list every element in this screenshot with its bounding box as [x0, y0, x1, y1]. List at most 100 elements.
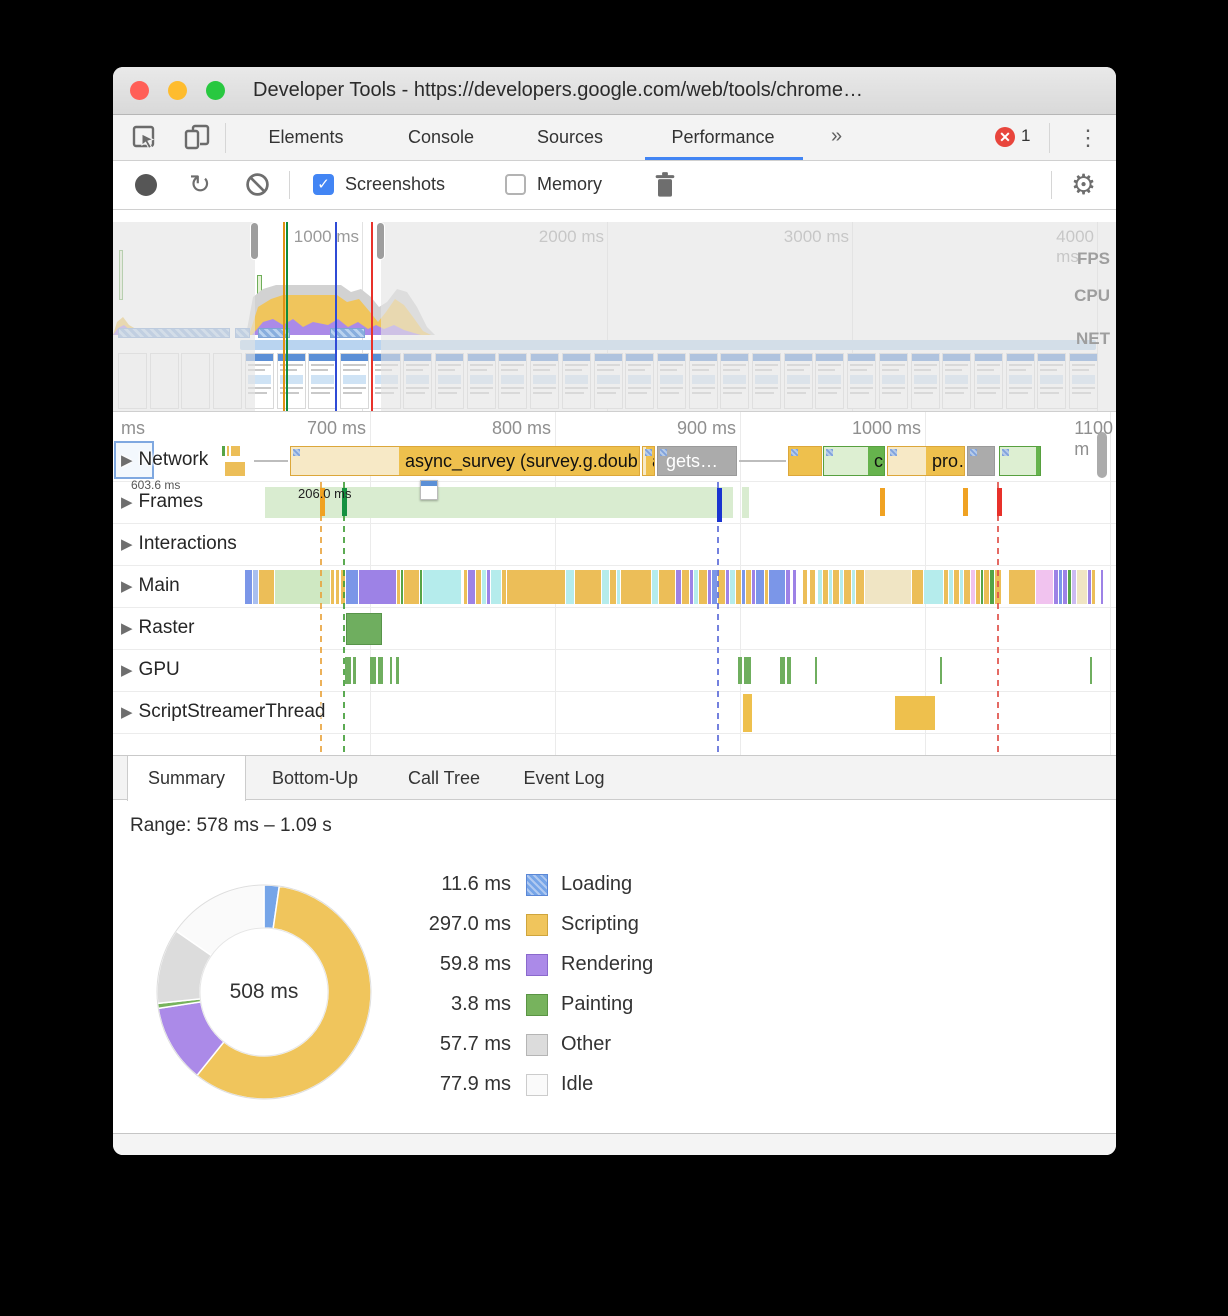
main-flame-segment[interactable]	[617, 570, 620, 604]
main-flame-segment[interactable]	[1077, 570, 1087, 604]
expand-track-icon[interactable]: ▶	[121, 452, 133, 469]
timeline-tracks[interactable]: ms700 ms800 ms900 ms1000 ms1100 m▶Networ…	[113, 412, 1116, 755]
network-request-bar[interactable]: co…	[823, 446, 885, 476]
main-flame-segment[interactable]	[621, 570, 651, 604]
expand-track-icon[interactable]: ▶	[121, 662, 133, 679]
main-flame-segment[interactable]	[746, 570, 751, 604]
frame-bar-small[interactable]	[742, 487, 749, 518]
main-flame-segment[interactable]	[331, 570, 334, 604]
filmstrip-thumbnail[interactable]	[277, 353, 306, 409]
tab-call-tree[interactable]: Call Tree	[397, 756, 491, 800]
clear-recording-icon[interactable]	[245, 172, 270, 197]
track-label-gpu[interactable]: ▶GPU	[121, 659, 180, 681]
gpu-task-bar[interactable]	[787, 657, 791, 684]
main-flame-segment[interactable]	[245, 570, 252, 604]
main-flame-segment[interactable]	[960, 570, 963, 604]
main-flame-segment[interactable]	[803, 570, 807, 604]
tab-elements[interactable]: Elements	[241, 115, 371, 160]
main-flame-segment[interactable]	[964, 570, 970, 604]
memory-label[interactable]: Memory	[537, 174, 602, 195]
main-flame-segment[interactable]	[404, 570, 419, 604]
trash-icon[interactable]	[653, 171, 677, 199]
script-streamer-bar[interactable]	[895, 696, 935, 730]
tab-sources[interactable]: Sources	[511, 115, 629, 160]
record-button[interactable]	[135, 174, 157, 196]
track-row-gpu[interactable]: ▶GPU	[113, 650, 1116, 692]
main-flame-segment[interactable]	[259, 570, 274, 604]
main-flame-segment[interactable]	[1063, 570, 1067, 604]
main-flame-segment[interactable]	[981, 570, 983, 604]
inspect-element-icon[interactable]	[131, 124, 159, 152]
main-flame-segment[interactable]	[253, 570, 258, 604]
main-flame-segment[interactable]	[1009, 570, 1035, 604]
main-flame-segment[interactable]	[765, 570, 768, 604]
main-flame-segment[interactable]	[726, 570, 729, 604]
kebab-menu-icon[interactable]: ⋮	[1077, 125, 1099, 151]
main-flame-segment[interactable]	[566, 570, 574, 604]
main-flame-segment[interactable]	[1059, 570, 1062, 604]
track-label-scriptstreamerthread[interactable]: ▶ScriptStreamerThread	[121, 701, 325, 723]
error-badge-icon[interactable]: ✕	[995, 127, 1015, 147]
main-flame-segment[interactable]	[602, 570, 609, 604]
gpu-task-bar[interactable]	[815, 657, 817, 684]
main-flame-segment[interactable]	[818, 570, 822, 604]
main-flame-segment[interactable]	[420, 570, 422, 604]
track-label-raster[interactable]: ▶Raster	[121, 617, 195, 639]
main-flame-segment[interactable]	[984, 570, 989, 604]
gpu-task-bar[interactable]	[744, 657, 751, 684]
gpu-task-bar[interactable]	[370, 657, 376, 684]
main-flame-segment[interactable]	[944, 570, 948, 604]
network-request-bar[interactable]	[788, 446, 822, 476]
expand-track-icon[interactable]: ▶	[121, 494, 133, 511]
main-flame-segment[interactable]	[708, 570, 711, 604]
timeline-overview[interactable]: 1000 ms2000 ms3000 ms4000 msFPSCPUNET	[113, 222, 1116, 412]
main-flame-segment[interactable]	[718, 570, 725, 604]
main-flame-segment[interactable]	[786, 570, 790, 604]
main-flame-segment[interactable]	[1101, 570, 1103, 604]
main-flame-segment[interactable]	[865, 570, 911, 604]
main-flame-segment[interactable]	[676, 570, 681, 604]
gpu-task-bar[interactable]	[390, 657, 392, 684]
gpu-task-bar[interactable]	[1090, 657, 1092, 684]
main-flame-segment[interactable]	[652, 570, 658, 604]
track-label-network[interactable]: ▶Network	[121, 449, 208, 471]
track-label-interactions[interactable]: ▶Interactions	[121, 533, 237, 555]
expand-track-icon[interactable]: ▶	[121, 704, 133, 721]
close-window-button[interactable]	[130, 81, 149, 100]
main-flame-segment[interactable]	[752, 570, 755, 604]
main-flame-segment[interactable]	[507, 570, 565, 604]
selection-handle-right[interactable]	[376, 222, 385, 260]
main-flame-segment[interactable]	[694, 570, 698, 604]
gpu-task-bar[interactable]	[378, 657, 383, 684]
main-flame-segment[interactable]	[1072, 570, 1076, 604]
gpu-task-bar[interactable]	[396, 657, 399, 684]
main-flame-segment[interactable]	[856, 570, 864, 604]
reload-and-profile-icon[interactable]: ↻	[189, 169, 211, 200]
main-flame-segment[interactable]	[949, 570, 953, 604]
device-toolbar-icon[interactable]	[183, 124, 211, 152]
main-flame-segment[interactable]	[844, 570, 851, 604]
raster-task-bar[interactable]	[346, 613, 382, 645]
track-row-interactions[interactable]: ▶Interactions	[113, 524, 1116, 566]
vertical-scrollbar-thumb[interactable]	[1097, 432, 1107, 478]
expand-track-icon[interactable]: ▶	[121, 578, 133, 595]
title-bar[interactable]: Developer Tools - https://developers.goo…	[113, 67, 1116, 115]
gpu-task-bar[interactable]	[738, 657, 742, 684]
main-flame-segment[interactable]	[1036, 570, 1053, 604]
capture-settings-gear-icon[interactable]: ⚙	[1071, 168, 1096, 201]
network-request-bar[interactable]	[967, 446, 995, 476]
filmstrip-thumbnail[interactable]	[308, 353, 337, 409]
filmstrip-thumbnail[interactable]	[340, 353, 369, 409]
gpu-task-bar[interactable]	[780, 657, 785, 684]
track-row-scriptstreamerthread[interactable]: ▶ScriptStreamerThread	[113, 692, 1116, 734]
main-flame-segment[interactable]	[468, 570, 475, 604]
main-flame-segment[interactable]	[810, 570, 815, 604]
main-flame-segment[interactable]	[1068, 570, 1071, 604]
zoom-window-button[interactable]	[206, 81, 225, 100]
main-flame-segment[interactable]	[682, 570, 689, 604]
gpu-task-bar[interactable]	[353, 657, 356, 684]
main-flame-segment[interactable]	[769, 570, 785, 604]
main-flame-segment[interactable]	[487, 570, 490, 604]
error-count[interactable]: 1	[1021, 126, 1030, 146]
tab-event-log[interactable]: Event Log	[509, 756, 619, 800]
